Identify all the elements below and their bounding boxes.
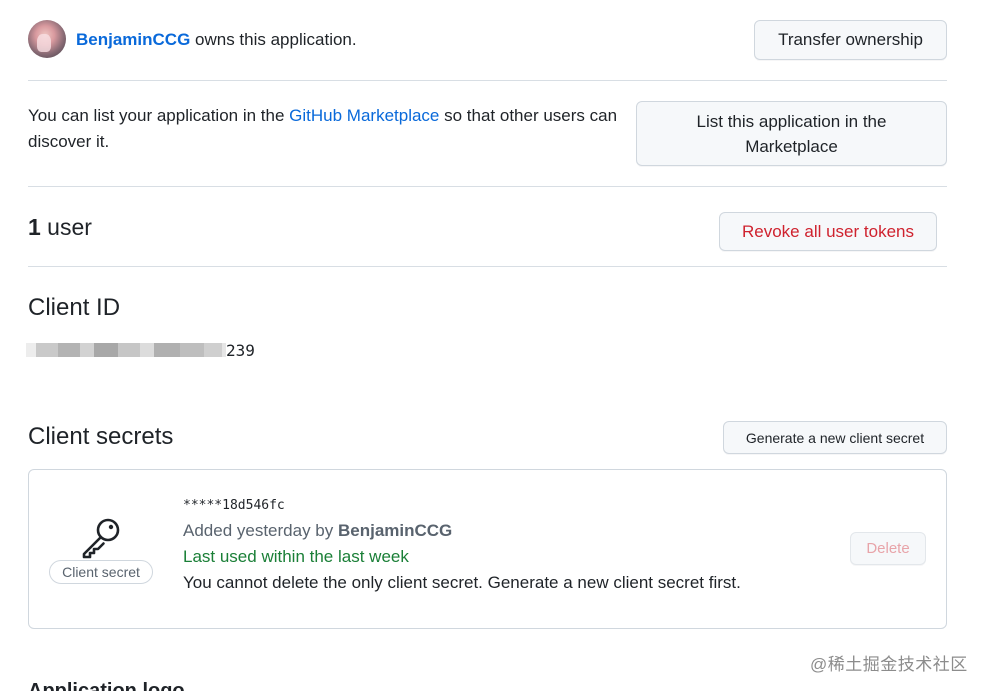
client-secret-item: Client secret *****18d546fc Added yester… xyxy=(28,469,947,629)
secret-added-info: Added yesterday by BenjaminCCG xyxy=(183,521,452,541)
avatar[interactable] xyxy=(28,20,66,58)
divider xyxy=(28,186,947,187)
application-logo-heading: Application logo xyxy=(28,680,185,691)
key-icon xyxy=(82,518,120,559)
marketplace-prefix: You can list your application in the xyxy=(28,106,290,125)
delete-secret-button: Delete xyxy=(850,532,926,565)
owner-statement: BenjaminCCG owns this application. xyxy=(76,29,357,51)
user-count: 1 user xyxy=(28,213,92,241)
app-settings-page: BenjaminCCG owns this application. Trans… xyxy=(0,0,991,691)
secret-added-by: BenjaminCCG xyxy=(337,521,453,540)
client-secret-badge: Client secret xyxy=(49,560,153,584)
revoke-all-tokens-button[interactable]: Revoke all user tokens xyxy=(719,212,937,251)
owner-username-link[interactable]: BenjaminCCG xyxy=(76,30,190,49)
client-id-value: 239 xyxy=(26,340,255,360)
marketplace-description: You can list your application in the Git… xyxy=(28,103,638,155)
watermark: @稀土掘金技术社区 xyxy=(810,655,968,674)
generate-client-secret-button[interactable]: Generate a new client secret xyxy=(723,421,947,454)
secret-added-prefix: Added yesterday by xyxy=(183,521,338,540)
client-secrets-heading: Client secrets xyxy=(28,423,174,450)
owner-suffix: owns this application. xyxy=(190,30,357,49)
masked-secret: *****18d546fc xyxy=(183,498,285,513)
user-count-label: user xyxy=(40,214,92,240)
secret-last-used: Last used within the last week xyxy=(183,547,409,566)
list-in-marketplace-button[interactable]: List this application in the Marketplace xyxy=(636,101,947,166)
marketplace-link[interactable]: GitHub Marketplace xyxy=(289,106,439,125)
divider xyxy=(28,266,947,267)
redacted-block xyxy=(26,343,226,357)
secret-delete-note: You cannot delete the only client secret… xyxy=(183,573,741,592)
client-id-heading: Client ID xyxy=(28,294,121,321)
transfer-ownership-button[interactable]: Transfer ownership xyxy=(754,20,947,60)
client-id-visible-suffix: 239 xyxy=(226,340,255,360)
user-count-number: 1 xyxy=(28,214,41,240)
divider xyxy=(28,80,947,81)
